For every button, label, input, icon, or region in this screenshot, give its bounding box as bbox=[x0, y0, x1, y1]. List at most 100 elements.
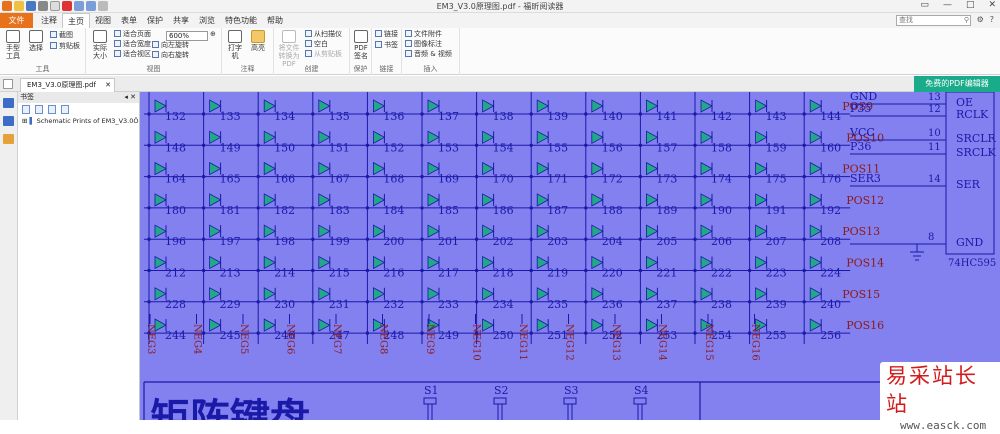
file-attachment-button[interactable]: 文件附件 bbox=[405, 30, 442, 39]
pdf-sign-button[interactable]: PDF签名 bbox=[351, 30, 371, 60]
search-placeholder: 查找 bbox=[899, 16, 913, 24]
minimize-icon[interactable]: — bbox=[943, 0, 952, 10]
select-tool-button[interactable]: 选择 bbox=[26, 30, 46, 52]
fit-width-label: 适合宽度 bbox=[123, 40, 151, 48]
zoom-in-icon[interactable]: ⊕ bbox=[210, 30, 216, 39]
ic-net-label: VCC bbox=[849, 126, 875, 139]
document-canvas[interactable]: 132 133 134 135 136 137 138 139 140 141 142 143 144 1… bbox=[140, 92, 1000, 420]
link-button[interactable]: 链接 bbox=[375, 30, 398, 39]
hand-tool-button[interactable]: 手型工具 bbox=[3, 30, 23, 60]
led-number: 149 bbox=[220, 141, 241, 154]
layers-panel-icon[interactable] bbox=[3, 134, 14, 144]
junction-dot bbox=[747, 174, 752, 179]
tab-1[interactable]: 主页 bbox=[62, 13, 90, 28]
tab-0[interactable]: 注释 bbox=[36, 13, 62, 28]
junction-dot bbox=[256, 206, 260, 210]
junction-dot bbox=[311, 112, 315, 116]
tab-7[interactable]: 特色功能 bbox=[220, 13, 262, 28]
led-number: 233 bbox=[438, 298, 459, 311]
settings-icon[interactable]: ⚙ bbox=[977, 15, 984, 24]
typewriter-icon bbox=[228, 30, 242, 43]
rotate-right-button[interactable]: 向右旋转 bbox=[152, 51, 189, 60]
pages-panel-icon[interactable] bbox=[3, 116, 14, 126]
junction-dot bbox=[311, 143, 315, 147]
fit-width-button[interactable]: 适合宽度 bbox=[114, 40, 151, 49]
clipboard-button[interactable]: 剪贴板 bbox=[50, 42, 80, 51]
search-icon[interactable]: ⚲ bbox=[964, 16, 969, 25]
delete-bookmark-icon[interactable] bbox=[48, 105, 56, 114]
led-number: 198 bbox=[274, 235, 295, 248]
highlight-button[interactable]: 高亮 bbox=[248, 30, 268, 52]
ribbon: 手型工具 选择 截图 剪贴板 工具 实际大小 适合页面 适合宽度 适合视区 60… bbox=[0, 28, 1000, 75]
typewriter-button[interactable]: 打字机 bbox=[225, 30, 245, 60]
expand-bookmark-icon[interactable] bbox=[22, 105, 30, 114]
ribbon-group-protect: PDF签名 保护 bbox=[350, 28, 372, 75]
junction-dot bbox=[420, 300, 424, 304]
bookmark-options-icon[interactable] bbox=[61, 105, 69, 114]
switch-label: S4 bbox=[634, 384, 649, 397]
junction-dot bbox=[474, 268, 479, 273]
document-tab[interactable]: EM3_V3.0原理图.pdf ✕ bbox=[20, 78, 115, 92]
image-annotation-button[interactable]: 图像标注 bbox=[405, 40, 442, 49]
maximize-icon[interactable]: □ bbox=[966, 0, 975, 10]
junction-dot bbox=[693, 268, 697, 273]
bookmark-item[interactable]: ⊞ ▌ Schematic Prints of EM3_V3.0Ö Al bbox=[18, 117, 139, 125]
led-number: 231 bbox=[329, 298, 350, 311]
tab-4[interactable]: 保护 bbox=[142, 13, 168, 28]
audio-video-button[interactable]: 音频 & 视频 bbox=[405, 50, 452, 59]
collapse-panel-icon[interactable]: ◂ ✕ bbox=[124, 92, 136, 103]
clipboard-label: 剪贴板 bbox=[59, 42, 80, 50]
rotate-left-button[interactable]: 向左旋转 bbox=[152, 41, 189, 50]
tab-6[interactable]: 浏览 bbox=[194, 13, 220, 28]
from-scanner-label: 从扫描仪 bbox=[314, 30, 342, 38]
zoom-select[interactable]: 600% bbox=[166, 31, 208, 41]
tab-3[interactable]: 表单 bbox=[116, 13, 142, 28]
led-number: 197 bbox=[220, 235, 241, 248]
fit-page-button[interactable]: 适合页面 bbox=[114, 30, 151, 39]
add-bookmark-icon[interactable] bbox=[35, 105, 43, 114]
tab-5[interactable]: 共享 bbox=[168, 13, 194, 28]
led-number: 204 bbox=[602, 235, 623, 248]
snapshot-button[interactable]: 截图 bbox=[50, 31, 73, 40]
tab-2[interactable]: 视图 bbox=[90, 13, 116, 28]
tree-expand-icon[interactable]: ⊞ bbox=[22, 117, 27, 125]
schematic-drawing: 132 133 134 135 136 137 138 139 140 141 142 143 1441… bbox=[143, 92, 1000, 420]
tab-8[interactable]: 帮助 bbox=[262, 13, 288, 28]
junction-dot bbox=[256, 300, 260, 304]
from-scanner-button[interactable]: 从扫描仪 bbox=[305, 30, 342, 39]
file-menu-button[interactable]: 文件 bbox=[0, 13, 33, 28]
bookmarks-panel-icon[interactable] bbox=[3, 98, 14, 108]
led-number: 189 bbox=[656, 204, 677, 217]
new-tab-icon[interactable] bbox=[3, 79, 13, 89]
help-icon[interactable]: ? bbox=[990, 15, 994, 24]
led-number: 219 bbox=[547, 267, 568, 280]
junction-dot bbox=[584, 300, 588, 304]
actual-size-button[interactable]: 实际大小 bbox=[90, 30, 110, 60]
pos-label: POS15 bbox=[842, 288, 880, 301]
window-controls: ▭ — □ ✕ bbox=[920, 0, 996, 10]
search-input[interactable]: 查找 ⚲ bbox=[896, 15, 971, 26]
junction-dot bbox=[584, 112, 588, 116]
film-icon bbox=[405, 50, 412, 57]
ribbon-toggle-icon[interactable]: ▭ bbox=[920, 0, 929, 10]
led-number: 172 bbox=[602, 173, 623, 186]
led-number: 217 bbox=[438, 267, 459, 280]
led-number: 205 bbox=[656, 235, 677, 248]
bookmark-button[interactable]: 书签 bbox=[375, 41, 398, 50]
blank-button[interactable]: 空白 bbox=[305, 40, 328, 49]
led-number: 136 bbox=[383, 110, 404, 123]
led-number: 212 bbox=[165, 267, 186, 280]
junction-dot bbox=[365, 237, 370, 241]
zoom-value: 600% bbox=[169, 32, 190, 40]
convert-to-pdf-button[interactable]: 将文件转换为PDF bbox=[276, 30, 302, 68]
close-icon[interactable]: ✕ bbox=[988, 0, 996, 10]
neg-label: NEG16 bbox=[750, 324, 761, 361]
promo-button[interactable]: 免费的PDF编辑器 bbox=[914, 76, 1000, 92]
led-number: 186 bbox=[493, 204, 514, 217]
from-clipboard-button[interactable]: 从剪贴板 bbox=[305, 50, 342, 59]
junction-dot bbox=[365, 143, 370, 147]
close-tab-icon[interactable]: ✕ bbox=[105, 79, 111, 91]
blank-label: 空白 bbox=[314, 40, 328, 48]
blank-page-icon bbox=[305, 40, 312, 47]
fit-visible-button[interactable]: 适合视区 bbox=[114, 50, 151, 59]
